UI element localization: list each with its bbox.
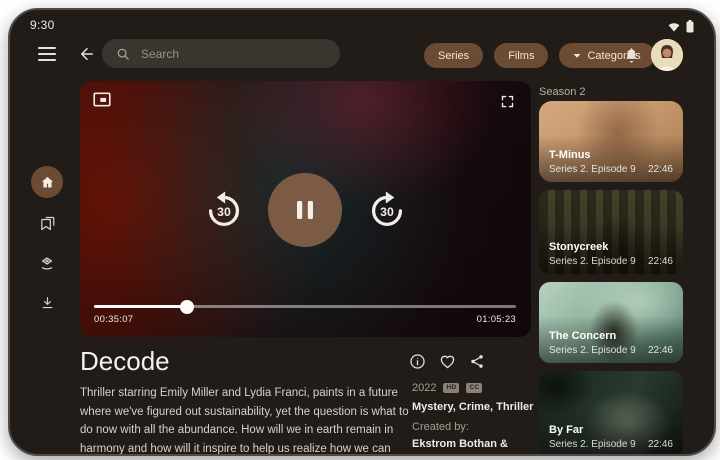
collections-icon (38, 255, 56, 273)
rail-library-button[interactable] (31, 207, 63, 239)
episode-duration: 22:46 (648, 164, 673, 175)
video-player[interactable]: 30 30 00:35:07 01:05:23 (80, 81, 531, 337)
status-icons (668, 20, 694, 33)
filter-chips: Series Films Categories (424, 43, 655, 68)
library-icon (39, 215, 56, 232)
chevron-down-icon (573, 53, 581, 59)
episode-card-by-far[interactable]: By Far Series 2. Episode 9 22:46 (539, 371, 683, 456)
episode-meta: Series 2. Episode 9 (549, 164, 636, 175)
skip-forward-30-button[interactable]: 30 (359, 181, 415, 237)
episode-card-t-minus[interactable]: T-Minus Series 2. Episode 9 22:46 (539, 101, 683, 182)
tablet-screen: 9:30 Series Films Categories (8, 8, 716, 456)
status-time: 9:30 (30, 18, 55, 32)
search-input[interactable] (139, 46, 326, 62)
episode-title: By Far (549, 424, 673, 436)
page-title: Decode (80, 346, 170, 377)
rail-downloads-button[interactable] (31, 286, 63, 318)
wifi-icon (668, 22, 680, 32)
pause-button[interactable] (268, 173, 342, 247)
episode-card-stonycreek[interactable]: Stonycreek Series 2. Episode 9 22:46 (539, 190, 683, 274)
episode-duration: 22:46 (648, 439, 673, 450)
chip-series[interactable]: Series (424, 43, 483, 68)
creators-line1: Ekstrom Bothan & (412, 437, 522, 452)
episode-card-the-concern[interactable]: The Concern Series 2. Episode 9 22:46 (539, 282, 683, 363)
cc-badge: CC (466, 383, 482, 393)
search-bar[interactable] (102, 39, 340, 68)
meta-column: 2022 HD CC Mystery, Crime, Thriller Crea… (412, 382, 542, 456)
download-icon (40, 295, 55, 310)
episode-title: The Concern (549, 330, 673, 342)
share-icon[interactable] (469, 353, 486, 370)
progress-thumb[interactable] (180, 300, 194, 314)
fullscreen-icon[interactable] (500, 94, 515, 109)
genres-text: Mystery, Crime, Thriller (412, 401, 542, 413)
home-icon (40, 175, 55, 190)
creators-line2: Gabriela Suárez (412, 452, 522, 456)
pause-icon (294, 198, 316, 222)
svg-text:30: 30 (380, 205, 394, 219)
release-year: 2022 (412, 382, 436, 394)
svg-text:30: 30 (217, 205, 231, 219)
episode-duration: 22:46 (648, 256, 673, 267)
hd-badge: HD (443, 383, 459, 393)
search-icon (116, 47, 130, 61)
skip-back-30-button[interactable]: 30 (196, 181, 252, 237)
progress-bar[interactable] (94, 305, 516, 308)
chip-categories[interactable]: Categories (559, 43, 654, 68)
chip-films[interactable]: Films (494, 43, 548, 68)
battery-icon (686, 20, 694, 33)
time-row: 00:35:07 01:05:23 (94, 314, 516, 325)
notifications-icon[interactable] (623, 46, 640, 65)
progress-fill (94, 305, 187, 308)
total-time: 01:05:23 (477, 314, 516, 325)
current-time: 00:35:07 (94, 314, 133, 325)
episode-title: T-Minus (549, 149, 673, 161)
favorite-icon[interactable] (439, 353, 456, 370)
picture-in-picture-icon[interactable] (93, 92, 111, 107)
episode-meta: Series 2. Episode 9 (549, 256, 636, 267)
episode-duration: 22:46 (648, 345, 673, 356)
rail-collections-button[interactable] (31, 248, 63, 280)
description-text: Thriller starring Emily Miller and Lydia… (80, 384, 414, 456)
menu-icon[interactable] (38, 47, 56, 61)
episode-title: Stonycreek (549, 241, 673, 253)
episode-meta: Series 2. Episode 9 (549, 439, 636, 450)
episode-meta: Series 2. Episode 9 (549, 345, 636, 356)
season-label: Season 2 (539, 86, 585, 98)
action-row (409, 353, 486, 370)
profile-avatar[interactable] (651, 39, 683, 71)
back-button[interactable] (78, 45, 96, 63)
created-by-label: Created by: (412, 421, 542, 433)
info-icon[interactable] (409, 353, 426, 370)
rail-home-button[interactable] (31, 166, 63, 198)
